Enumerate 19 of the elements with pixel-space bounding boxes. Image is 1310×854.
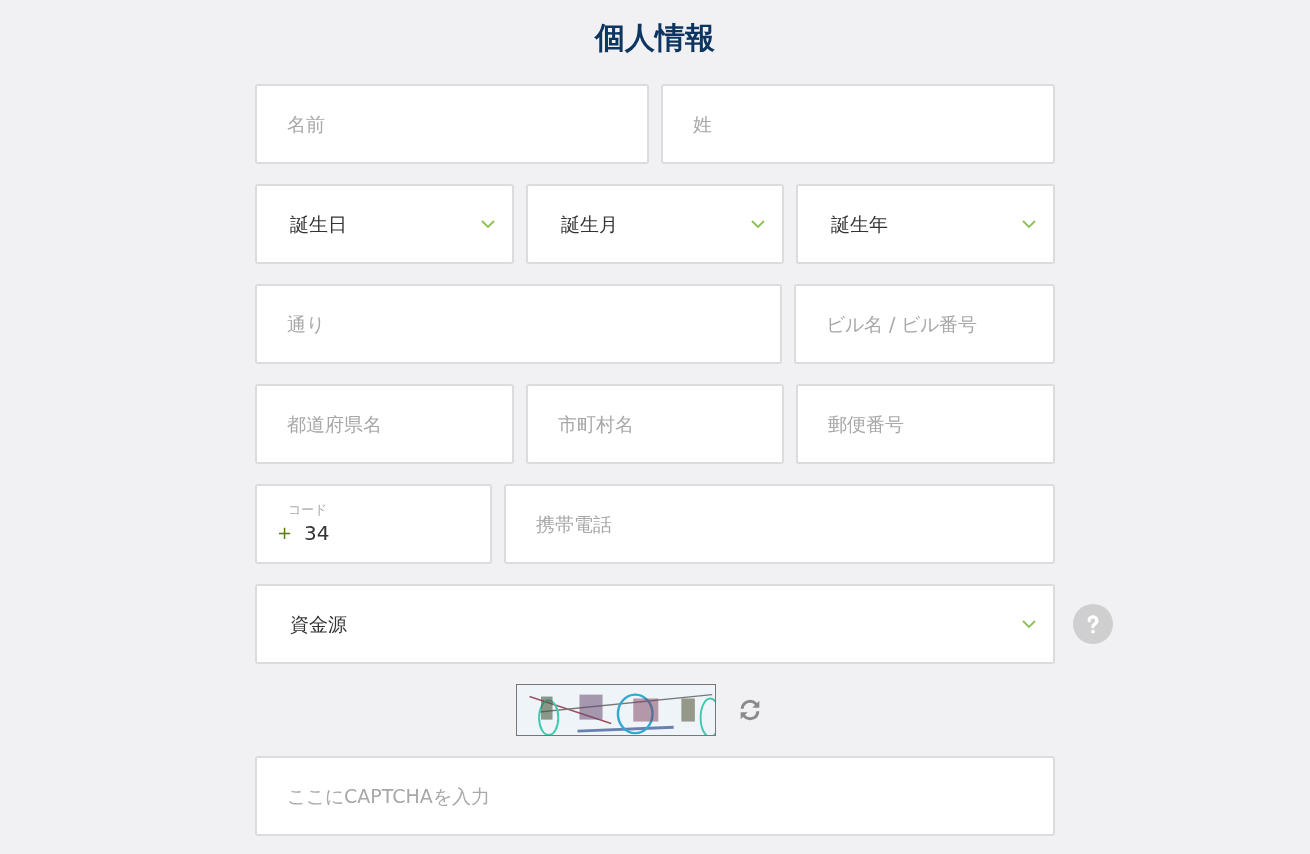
dropdown[interactable]: 資金源 xyxy=(255,584,1055,664)
dropdown[interactable]: 誕生日 xyxy=(255,184,514,264)
plus-sign: + xyxy=(277,521,293,545)
text-field[interactable]: 姓 xyxy=(661,84,1055,164)
captcha-field[interactable]: ここにCAPTCHAを入力 xyxy=(255,756,1055,836)
text-field[interactable]: 都道府県名 xyxy=(255,384,514,464)
dropdown[interactable]: 誕生年 xyxy=(796,184,1055,264)
text-field[interactable]: 郵便番号 xyxy=(796,384,1055,464)
code-field[interactable]: コード + 34 xyxy=(255,484,492,564)
text-field[interactable]: 名前 xyxy=(255,84,649,164)
field-value: 34 xyxy=(304,520,330,547)
text-field[interactable]: ビル名 / ビル番号 xyxy=(794,284,1055,364)
dropdown[interactable]: 誕生月 xyxy=(525,184,785,264)
text-field[interactable]: 通り xyxy=(255,284,782,364)
text-field[interactable]: 市町村名 xyxy=(525,384,785,464)
help-icon[interactable] xyxy=(1073,604,1113,644)
field-label: コード xyxy=(287,501,328,519)
form-title: 個人情報 xyxy=(595,19,715,57)
text-field[interactable]: 携帯電話 xyxy=(503,484,1055,564)
